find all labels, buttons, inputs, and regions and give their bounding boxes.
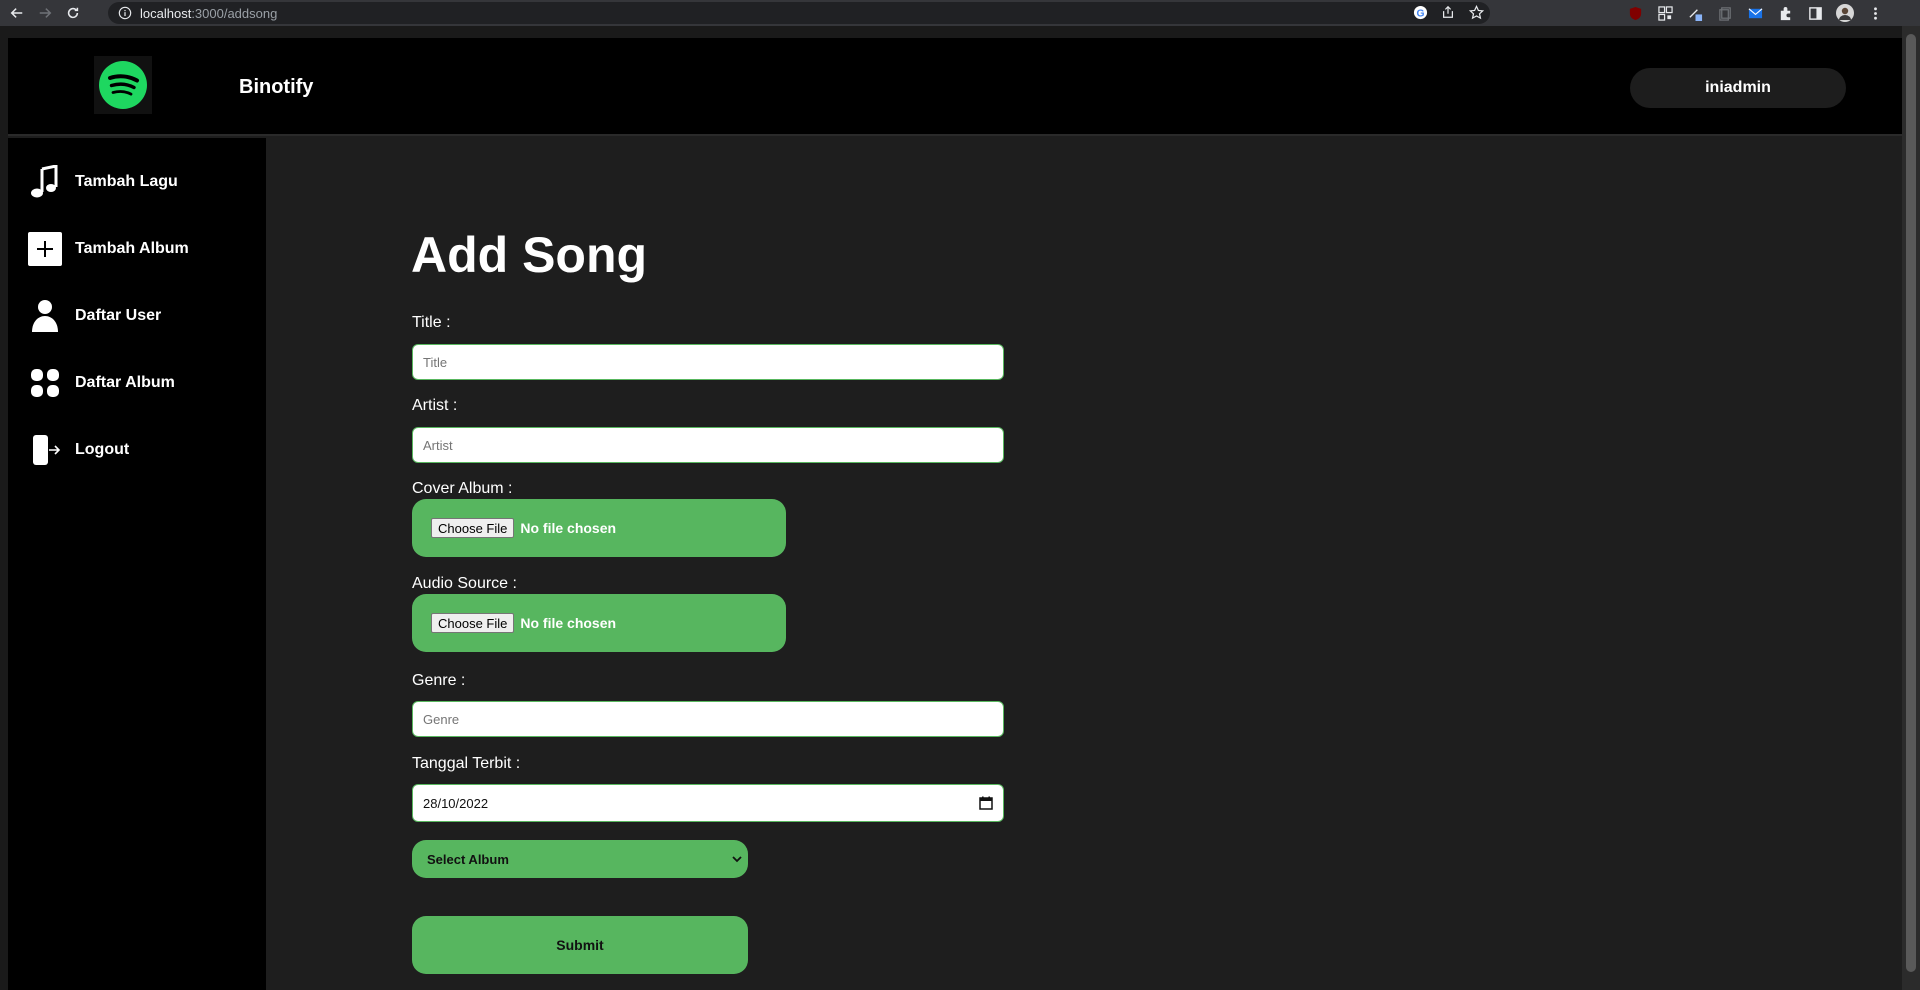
genre-label: Genre : xyxy=(412,672,466,689)
profile-avatar-icon[interactable] xyxy=(1836,4,1854,22)
bookmark-star-icon[interactable] xyxy=(1468,4,1484,20)
music-note-icon xyxy=(28,164,62,200)
sidebar-item-daftar-album[interactable]: Daftar Album xyxy=(28,363,175,403)
artist-input[interactable] xyxy=(412,427,1004,463)
app-root: Binotify iniadmin Tambah Lagu Tambah Alb… xyxy=(8,38,1902,990)
copy-icon[interactable] xyxy=(1716,4,1734,22)
title-label: Title : xyxy=(412,314,451,331)
mail-icon[interactable] xyxy=(1746,4,1764,22)
sidebar-item-label: Logout xyxy=(75,441,130,458)
info-icon[interactable] xyxy=(118,6,132,20)
audio-source-file-input: Choose File No file chosen xyxy=(412,594,786,652)
extension-pen-icon[interactable] xyxy=(1686,4,1704,22)
forward-icon[interactable] xyxy=(34,2,56,24)
top-header: Binotify iniadmin xyxy=(8,38,1902,136)
chevron-down-icon xyxy=(732,856,742,863)
audio-source-label: Audio Source : xyxy=(412,575,517,592)
svg-text:G: G xyxy=(1416,8,1424,19)
genre-input[interactable] xyxy=(412,701,1004,737)
calendar-icon[interactable] xyxy=(979,796,993,810)
grid-icon xyxy=(28,365,62,401)
sidebar-item-daftar-user[interactable]: Daftar User xyxy=(28,296,161,336)
tanggal-terbit-label: Tanggal Terbit : xyxy=(412,755,521,772)
side-panel-icon[interactable] xyxy=(1806,4,1824,22)
sidebar-item-logout[interactable]: Logout xyxy=(28,430,129,470)
cover-file-status: No file chosen xyxy=(520,520,617,536)
select-album-value: Select Album xyxy=(427,851,509,867)
select-album-dropdown[interactable]: Select Album xyxy=(412,840,748,878)
page-title: Add Song xyxy=(411,227,648,283)
submit-button[interactable]: Submit xyxy=(412,916,748,974)
title-input[interactable] xyxy=(412,344,1004,380)
logout-icon xyxy=(28,432,62,468)
sidebar-item-tambah-album[interactable]: Tambah Album xyxy=(28,229,189,269)
tanggal-terbit-date-input[interactable]: 28/10/2022 xyxy=(412,784,1004,822)
spotify-logo-icon[interactable] xyxy=(94,56,152,114)
audio-choose-file-button[interactable]: Choose File xyxy=(431,613,515,633)
page-scrollbar[interactable] xyxy=(1902,26,1920,990)
reload-icon[interactable] xyxy=(62,2,84,24)
cover-album-label: Cover Album : xyxy=(412,480,513,497)
extensions-puzzle-icon[interactable] xyxy=(1776,4,1794,22)
address-bar[interactable]: localhost:3000/addsong G xyxy=(108,2,1490,24)
sidebar-item-label: Daftar Album xyxy=(75,374,175,391)
main-content: Add Song Title : Artist : Cover Album : … xyxy=(266,138,1902,990)
date-value: 28/10/2022 xyxy=(423,795,489,811)
brand-name: Binotify xyxy=(239,76,314,98)
sidebar-item-tambah-lagu[interactable]: Tambah Lagu xyxy=(28,162,178,202)
user-icon xyxy=(28,298,62,334)
artist-label: Artist : xyxy=(412,397,458,414)
back-icon[interactable] xyxy=(6,2,28,24)
url-text: localhost:3000/addsong xyxy=(140,5,278,21)
google-icon[interactable]: G xyxy=(1412,4,1428,20)
sidebar-item-label: Daftar User xyxy=(75,307,162,324)
scrollbar-thumb[interactable] xyxy=(1906,34,1916,972)
audio-file-status: No file chosen xyxy=(520,615,617,631)
plus-square-icon xyxy=(28,231,62,267)
browser-toolbar: localhost:3000/addsong G xyxy=(0,0,1920,26)
share-icon[interactable] xyxy=(1440,4,1456,20)
sidebar-item-label: Tambah Album xyxy=(75,240,189,257)
user-menu-button[interactable]: iniadmin xyxy=(1630,68,1846,108)
qr-code-icon[interactable] xyxy=(1656,4,1674,22)
sidebar-item-label: Tambah Lagu xyxy=(75,173,178,190)
cover-choose-file-button[interactable]: Choose File xyxy=(431,518,515,538)
ublock-icon[interactable] xyxy=(1626,4,1644,22)
sidebar: Tambah Lagu Tambah Album Daftar User Daf… xyxy=(8,138,266,990)
cover-album-file-input: Choose File No file chosen xyxy=(412,499,786,557)
browser-menu-icon[interactable] xyxy=(1866,4,1884,22)
